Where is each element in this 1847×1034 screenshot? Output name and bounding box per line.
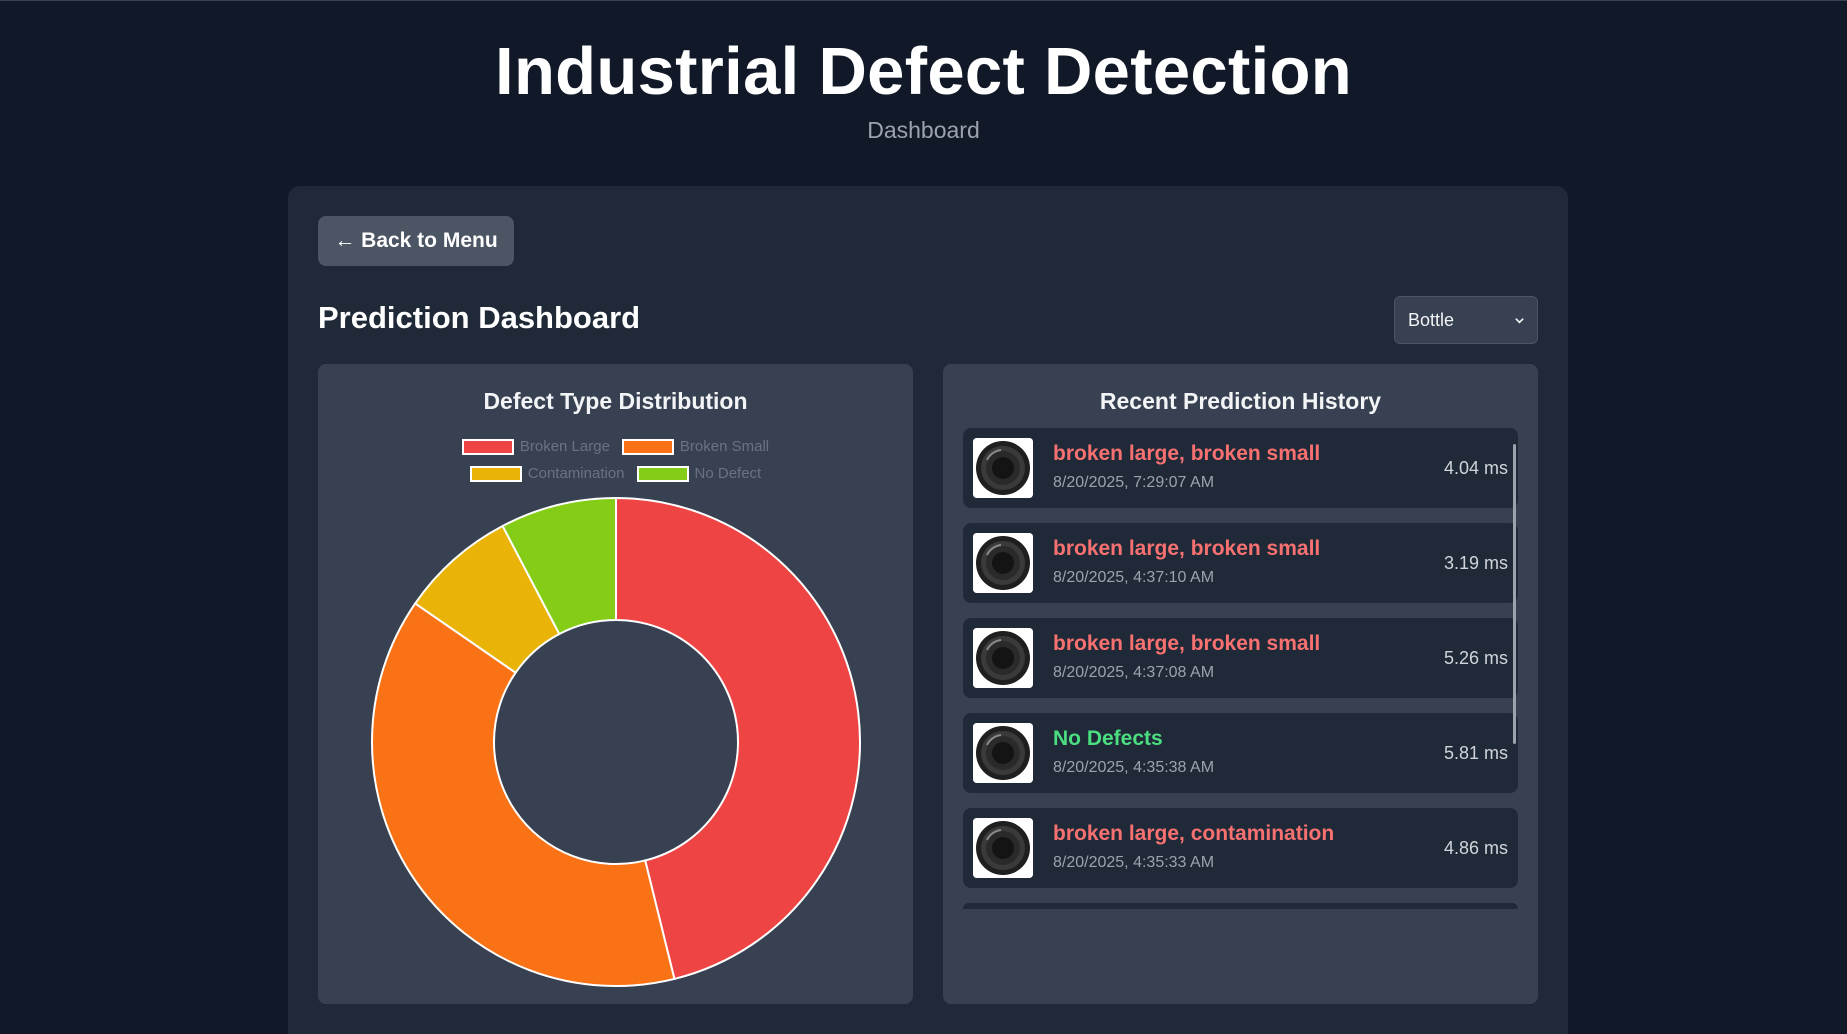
top-border (0, 0, 1847, 1)
chart-title: Defect Type Distribution (483, 388, 748, 414)
app-title: Industrial Defect Detection (495, 34, 1352, 109)
thumbnail (973, 533, 1033, 593)
prediction-timestamp: 8/20/2025, 4:35:33 AM (1053, 854, 1215, 871)
history-item[interactable]: No Defects 8/20/2025, 4:35:38 AM 5.81 ms (963, 713, 1518, 793)
legend-swatch (469, 465, 522, 482)
history-title: Recent Prediction History (1099, 388, 1382, 414)
bottle-thumbnail-icon (973, 438, 1033, 498)
dashboard-title: Prediction Dashboard (318, 300, 641, 335)
thumbnail (973, 628, 1033, 688)
page-header: Industrial Defect Detection Dashboard (0, 34, 1847, 144)
legend-label: Broken Small (679, 438, 770, 455)
product-select[interactable]: Bottle (1394, 296, 1538, 344)
inference-duration: 4.04 ms (1443, 458, 1508, 478)
chevron-down-icon (1515, 317, 1524, 324)
app-subtitle: Dashboard (867, 117, 980, 143)
legend-label: Broken Large (519, 438, 610, 455)
legend-item[interactable]: Contamination (469, 465, 625, 482)
inference-duration: 4.86 ms (1443, 838, 1508, 858)
history-item[interactable]: broken large, contamination 8/20/2025, 4… (963, 808, 1518, 888)
prediction-label: No Defects (1053, 727, 1163, 750)
prediction-timestamp: 8/20/2025, 7:29:07 AM (1053, 474, 1215, 491)
donut-chart (371, 496, 861, 987)
legend-swatch (621, 438, 674, 455)
inference-duration: 3.19 ms (1443, 553, 1508, 573)
inference-duration: 5.81 ms (1443, 743, 1508, 763)
prediction-label: broken large, contamination (1053, 822, 1335, 845)
thumbnail (973, 818, 1033, 878)
legend-item[interactable]: Broken Small (621, 438, 770, 455)
legend-label: Contamination (527, 465, 625, 482)
prediction-history-panel: Recent Prediction History broken large, … (943, 364, 1538, 1004)
dashboard-card: ← Back to Menu Prediction Dashboard Bott… (288, 186, 1568, 1034)
history-item[interactable]: broken large, broken small 8/20/2025, 7:… (963, 428, 1518, 508)
legend-swatch (461, 438, 514, 455)
history-item[interactable]: broken large, broken small 8/20/2025, 4:… (963, 523, 1518, 603)
product-select-value: Bottle (1408, 309, 1455, 330)
bottle-thumbnail-icon (973, 628, 1033, 688)
chart-legend: Broken Large Broken Small Contamination No … (318, 438, 913, 482)
history-item-partial (963, 903, 1518, 909)
legend-item[interactable]: Broken Large (461, 438, 610, 455)
history-scrollbar[interactable] (1513, 444, 1516, 744)
prediction-timestamp: 8/20/2025, 4:37:10 AM (1053, 569, 1215, 586)
legend-item[interactable]: No Defect (636, 465, 762, 482)
bottle-thumbnail-icon (973, 723, 1033, 783)
prediction-label: broken large, broken small (1053, 442, 1321, 465)
defect-distribution-panel: Defect Type Distribution Broken Large Bro… (318, 364, 913, 1004)
inference-duration: 5.26 ms (1443, 648, 1508, 668)
bottle-thumbnail-icon (973, 818, 1033, 878)
prediction-label: broken large, broken small (1053, 632, 1321, 655)
thumbnail (973, 723, 1033, 783)
bottle-thumbnail-icon (973, 533, 1033, 593)
prediction-timestamp: 8/20/2025, 4:35:38 AM (1053, 759, 1215, 776)
legend-label: No Defect (694, 465, 762, 482)
history-item[interactable]: broken large, broken small 8/20/2025, 4:… (963, 618, 1518, 698)
back-to-menu-button[interactable]: ← Back to Menu (318, 216, 514, 266)
thumbnail (973, 438, 1033, 498)
prediction-label: broken large, broken small (1053, 537, 1321, 560)
legend-swatch (636, 465, 689, 482)
history-list[interactable]: broken large, broken small 8/20/2025, 7:… (963, 428, 1518, 960)
prediction-timestamp: 8/20/2025, 4:37:08 AM (1053, 664, 1215, 681)
